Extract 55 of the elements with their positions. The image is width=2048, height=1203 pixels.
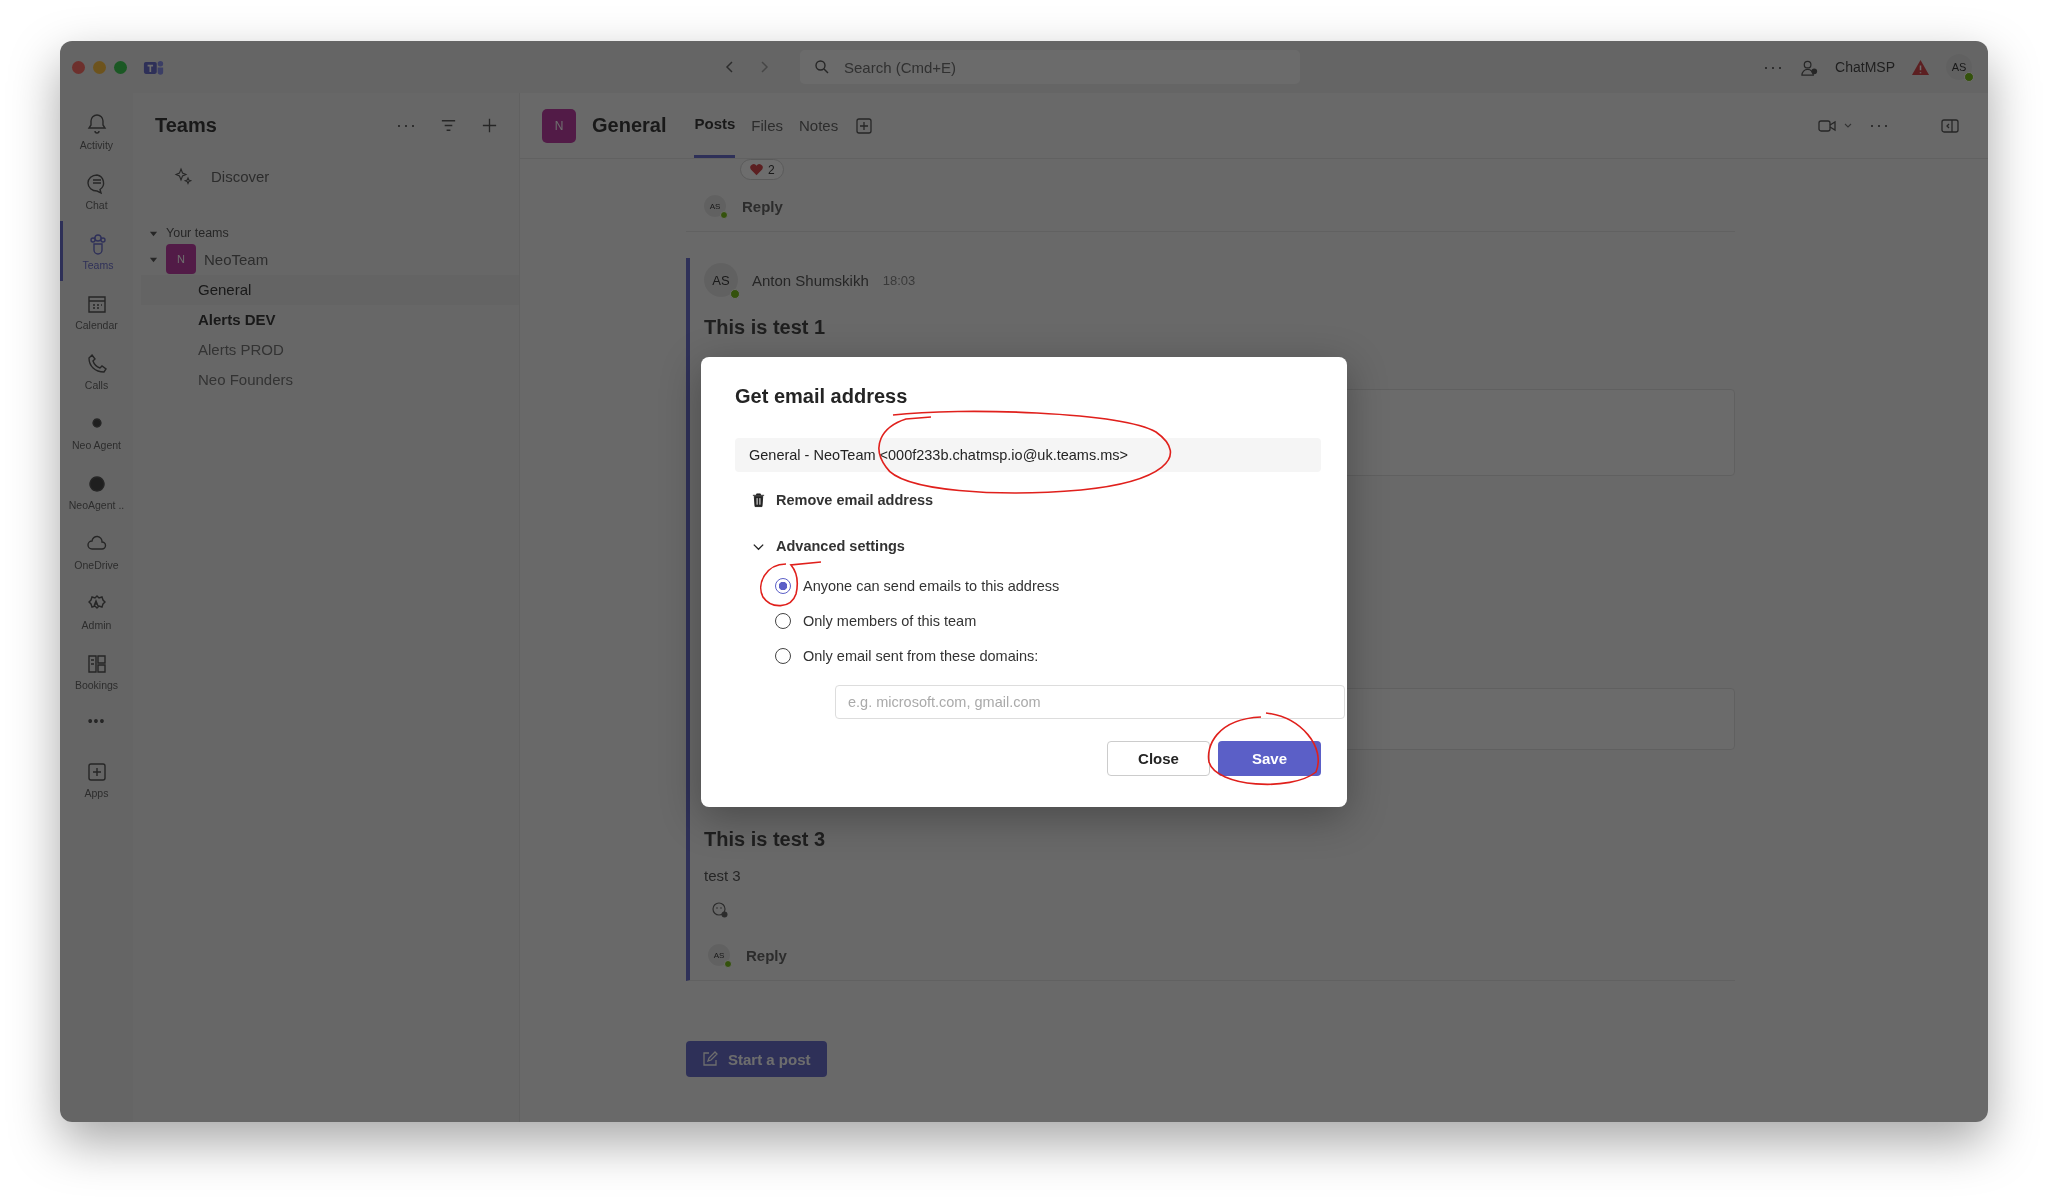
user-avatar[interactable]: AS <box>1946 54 1972 80</box>
tab[interactable]: Notes <box>799 93 839 158</box>
section-header[interactable]: Your teams <box>141 223 511 243</box>
more-apps-button[interactable]: ••• <box>87 701 106 741</box>
team-avatar: N <box>166 244 196 274</box>
author-name: Anton Shumskikh <box>752 271 869 289</box>
search-field[interactable]: Search (Cmd+E) <box>800 50 1300 84</box>
advanced-settings-toggle[interactable]: Advanced settings <box>751 538 1321 554</box>
trash-icon <box>751 492 766 508</box>
compose-icon <box>702 1051 718 1067</box>
close-button[interactable]: Close <box>1107 741 1210 776</box>
more-button[interactable]: ··· <box>1869 115 1890 136</box>
rail-item[interactable]: Apps <box>60 749 133 809</box>
add-reaction-icon[interactable] <box>710 900 730 920</box>
reaction-pill[interactable]: 2 <box>740 159 784 180</box>
option-label: Only members of this team <box>803 612 977 629</box>
domains-input[interactable]: e.g. microsoft.com, gmail.com <box>835 685 1345 719</box>
rail-item[interactable]: Calendar <box>60 281 133 341</box>
reply-button[interactable]: Reply <box>742 197 783 215</box>
rail-item[interactable]: Neo Agent <box>60 401 133 461</box>
panel-title: Teams <box>155 113 218 137</box>
reply-button[interactable]: Reply <box>746 946 787 964</box>
channel-item[interactable]: Alerts DEV <box>141 305 511 335</box>
window-zoom-button[interactable] <box>114 60 127 74</box>
organization-name[interactable]: ChatMSP <box>1835 59 1895 75</box>
remove-email-button[interactable]: Remove email address <box>751 492 1321 508</box>
warning-icon <box>1911 57 1930 77</box>
rail-item[interactable]: Bookings <box>60 641 133 701</box>
discover-item[interactable]: Discover <box>141 157 511 195</box>
channel-avatar: N <box>542 108 576 143</box>
save-button[interactable]: Save <box>1218 741 1321 776</box>
dialog-title: Get email address <box>735 385 909 408</box>
team-item[interactable]: N NeoTeam <box>141 243 511 275</box>
more-button[interactable]: ··· <box>1763 56 1785 78</box>
channel-title: General <box>592 114 667 137</box>
add-tab-icon[interactable] <box>854 115 875 136</box>
more-button[interactable]: ··· <box>396 114 417 136</box>
tab[interactable]: Posts <box>694 93 736 158</box>
rail-item[interactable]: Activity <box>60 101 133 161</box>
rail-item[interactable]: Admin <box>60 581 133 641</box>
user-avatar: AS <box>708 944 730 966</box>
option-label: Only email sent from these domains: <box>803 647 1039 664</box>
sparkle-icon <box>173 166 193 186</box>
post-text: test 3 <box>703 866 742 886</box>
radio-button[interactable] <box>775 577 791 594</box>
option-label: Anyone can send emails to this address <box>803 577 1060 594</box>
post-title: This is test 1 <box>703 315 827 340</box>
heart-icon <box>749 162 764 177</box>
post-title: This is test 3 <box>703 828 827 852</box>
rail-item[interactable]: NeoAgent .. <box>60 461 133 521</box>
author-avatar: AS <box>704 263 738 297</box>
email-address-field: General - NeoTeam <000f233b.chatmsp.io@uk.teams.ms> <box>735 438 1321 472</box>
user-avatar: AS <box>704 195 726 217</box>
tab[interactable]: Files <box>751 93 783 158</box>
window-close-button[interactable] <box>72 60 85 74</box>
